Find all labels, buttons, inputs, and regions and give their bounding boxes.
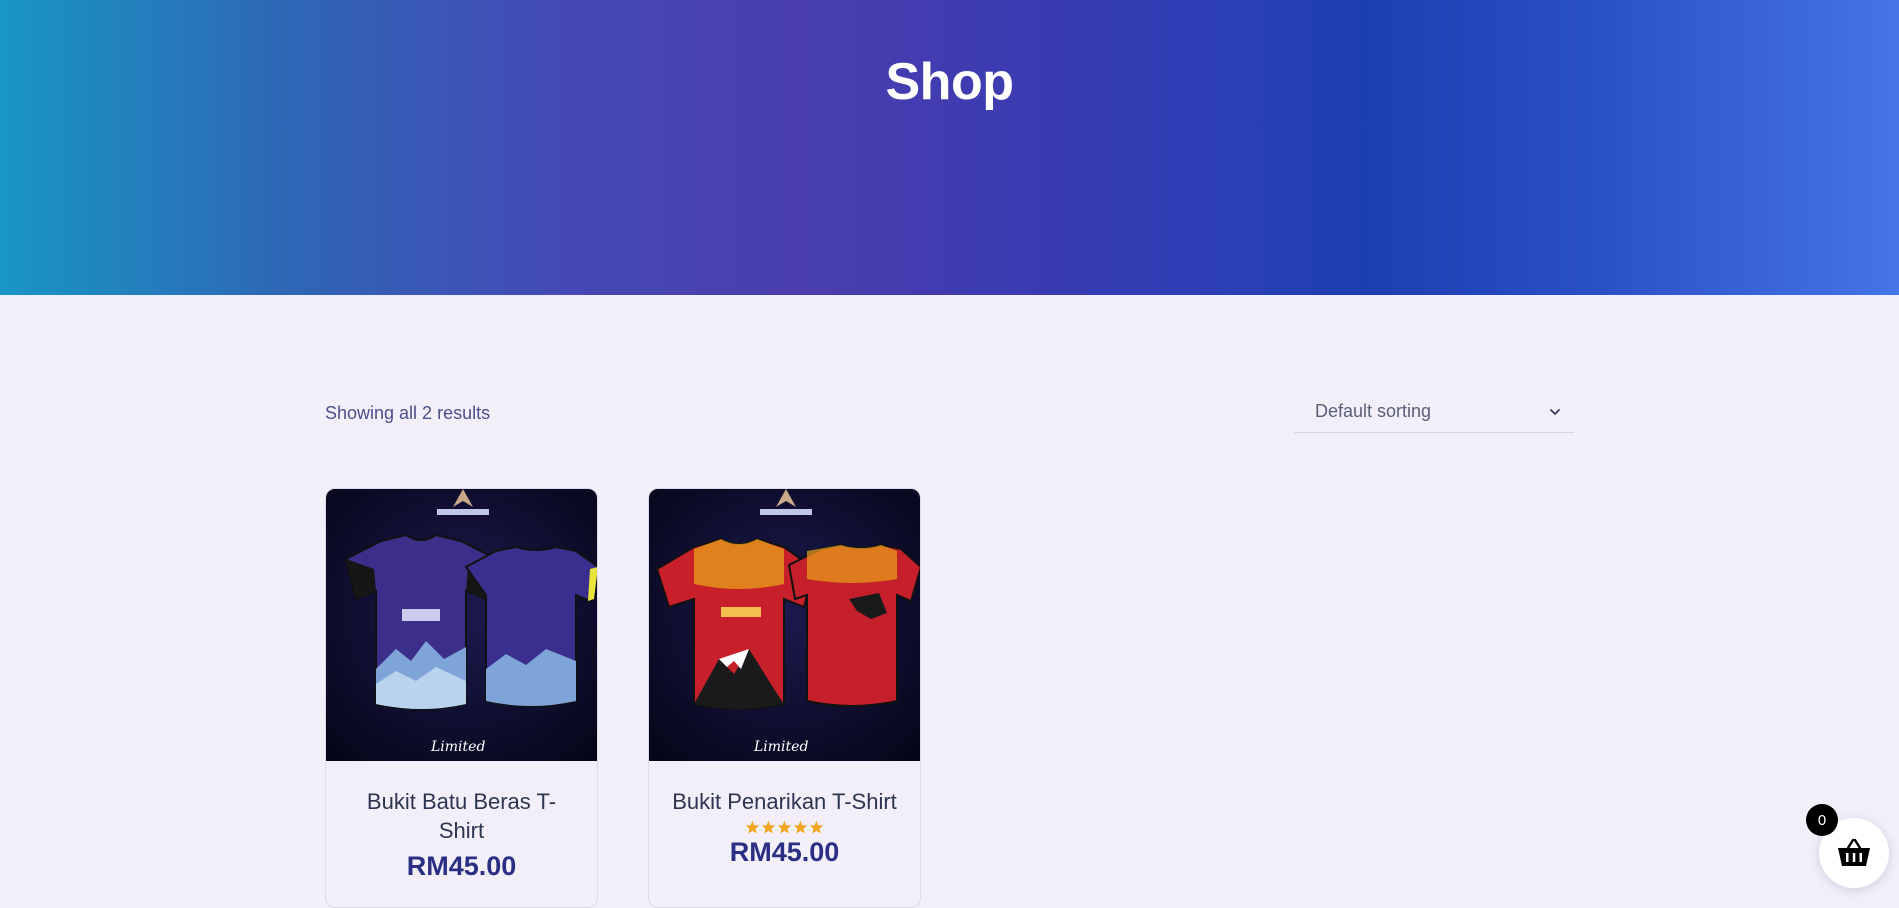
star-rating xyxy=(649,820,920,835)
limited-edition-script: Limited xyxy=(753,739,808,755)
sort-dropdown[interactable]: Default sorting xyxy=(1294,391,1574,433)
star-icon xyxy=(745,820,760,834)
sort-selected-value: Default sorting xyxy=(1315,401,1432,421)
star-icon xyxy=(777,820,792,834)
product-title[interactable]: Bukit Batu Beras T-Shirt xyxy=(346,787,577,845)
page-title: Shop xyxy=(885,53,1014,111)
star-icon xyxy=(809,820,824,834)
product-price: RM45.00 xyxy=(729,837,840,867)
chevron-down-icon xyxy=(1550,408,1560,415)
basket-icon xyxy=(1838,838,1870,866)
cart-count-badge: 0 xyxy=(1806,804,1838,836)
product-price: RM45.00 xyxy=(406,851,517,881)
limited-edition-script: Limited xyxy=(430,739,485,755)
product-image[interactable]: Limited xyxy=(649,489,921,761)
page-hero-banner: Shop xyxy=(0,0,1899,295)
product-title[interactable]: Bukit Penarikan T-Shirt xyxy=(669,787,900,816)
product-image[interactable]: Limited xyxy=(326,489,598,761)
product-card[interactable]: Limited Bukit Penarikan T-Shirt RM45.00 xyxy=(648,488,921,908)
star-icon xyxy=(761,820,776,834)
star-icon xyxy=(793,820,808,834)
result-count: Showing all 2 results xyxy=(325,403,491,423)
product-card[interactable]: Limited Bukit Batu Beras T-Shirt RM45.00 xyxy=(325,488,598,908)
